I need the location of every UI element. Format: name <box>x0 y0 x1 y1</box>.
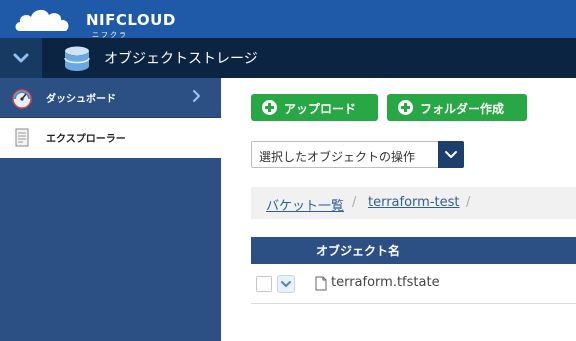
file-icon <box>315 276 327 291</box>
nifcloud-logo[interactable]: NIFCLOUD ニフクラ <box>14 5 176 39</box>
top-header: NIFCLOUD ニフクラ <box>0 0 576 39</box>
chevron-down-icon <box>445 151 457 158</box>
cloud-logo-icon <box>15 9 69 31</box>
upload-button-label: アップロード <box>284 102 357 116</box>
sidebar-item-dashboard[interactable]: ダッシュボード <box>0 78 221 118</box>
select-dropdown-button[interactable] <box>438 141 464 168</box>
chevron-down-icon <box>281 281 291 287</box>
row-checkbox[interactable] <box>256 276 272 292</box>
breadcrumb-bucket-link[interactable]: terraform-test <box>368 195 460 210</box>
upload-button[interactable]: アップロード <box>251 94 378 121</box>
sidebar-item-label: エクスプローラー <box>46 134 126 145</box>
object-name-link[interactable]: terraform.tfstate <box>331 275 440 290</box>
service-title: オブジェクトストレージ <box>104 51 258 67</box>
row-actions-dropdown[interactable] <box>277 275 295 293</box>
breadcrumb: バケット一覧 / terraform-test / <box>251 187 576 219</box>
plus-circle-icon <box>398 100 413 115</box>
service-menu-toggle[interactable] <box>0 38 42 78</box>
service-bar: オブジェクトストレージ <box>0 38 576 78</box>
main-content: アップロード フォルダー作成 選択したオブジェクトの操作 バケット一覧 / te… <box>221 78 576 341</box>
breadcrumb-separator: / <box>466 195 471 210</box>
plus-circle-icon <box>262 100 277 115</box>
storage-cylinder-icon <box>64 46 90 71</box>
object-table-header: オブジェクト名 <box>251 237 576 264</box>
create-folder-button[interactable]: フォルダー作成 <box>387 94 527 121</box>
select-value: 選択したオブジェクトの操作 <box>259 150 416 164</box>
table-row[interactable]: terraform.tfstate <box>251 264 576 304</box>
sidebar-item-explorer[interactable]: エクスプローラー <box>0 118 221 158</box>
breadcrumb-separator: / <box>352 195 357 210</box>
chevron-down-icon <box>13 53 29 63</box>
chevron-right-icon <box>193 90 200 102</box>
column-header-object-name[interactable]: オブジェクト名 <box>316 242 400 259</box>
sidebar: ダッシュボード エクスプローラー <box>0 78 221 341</box>
sidebar-item-label: ダッシュボード <box>46 94 116 105</box>
document-icon <box>15 128 29 147</box>
brand-name: NIFCLOUD <box>86 11 176 29</box>
create-folder-button-label: フォルダー作成 <box>420 102 505 116</box>
breadcrumb-bucket-list-link[interactable]: バケット一覧 <box>266 195 344 214</box>
object-actions-select[interactable]: 選択したオブジェクトの操作 <box>251 141 464 168</box>
gauge-icon <box>12 89 32 109</box>
